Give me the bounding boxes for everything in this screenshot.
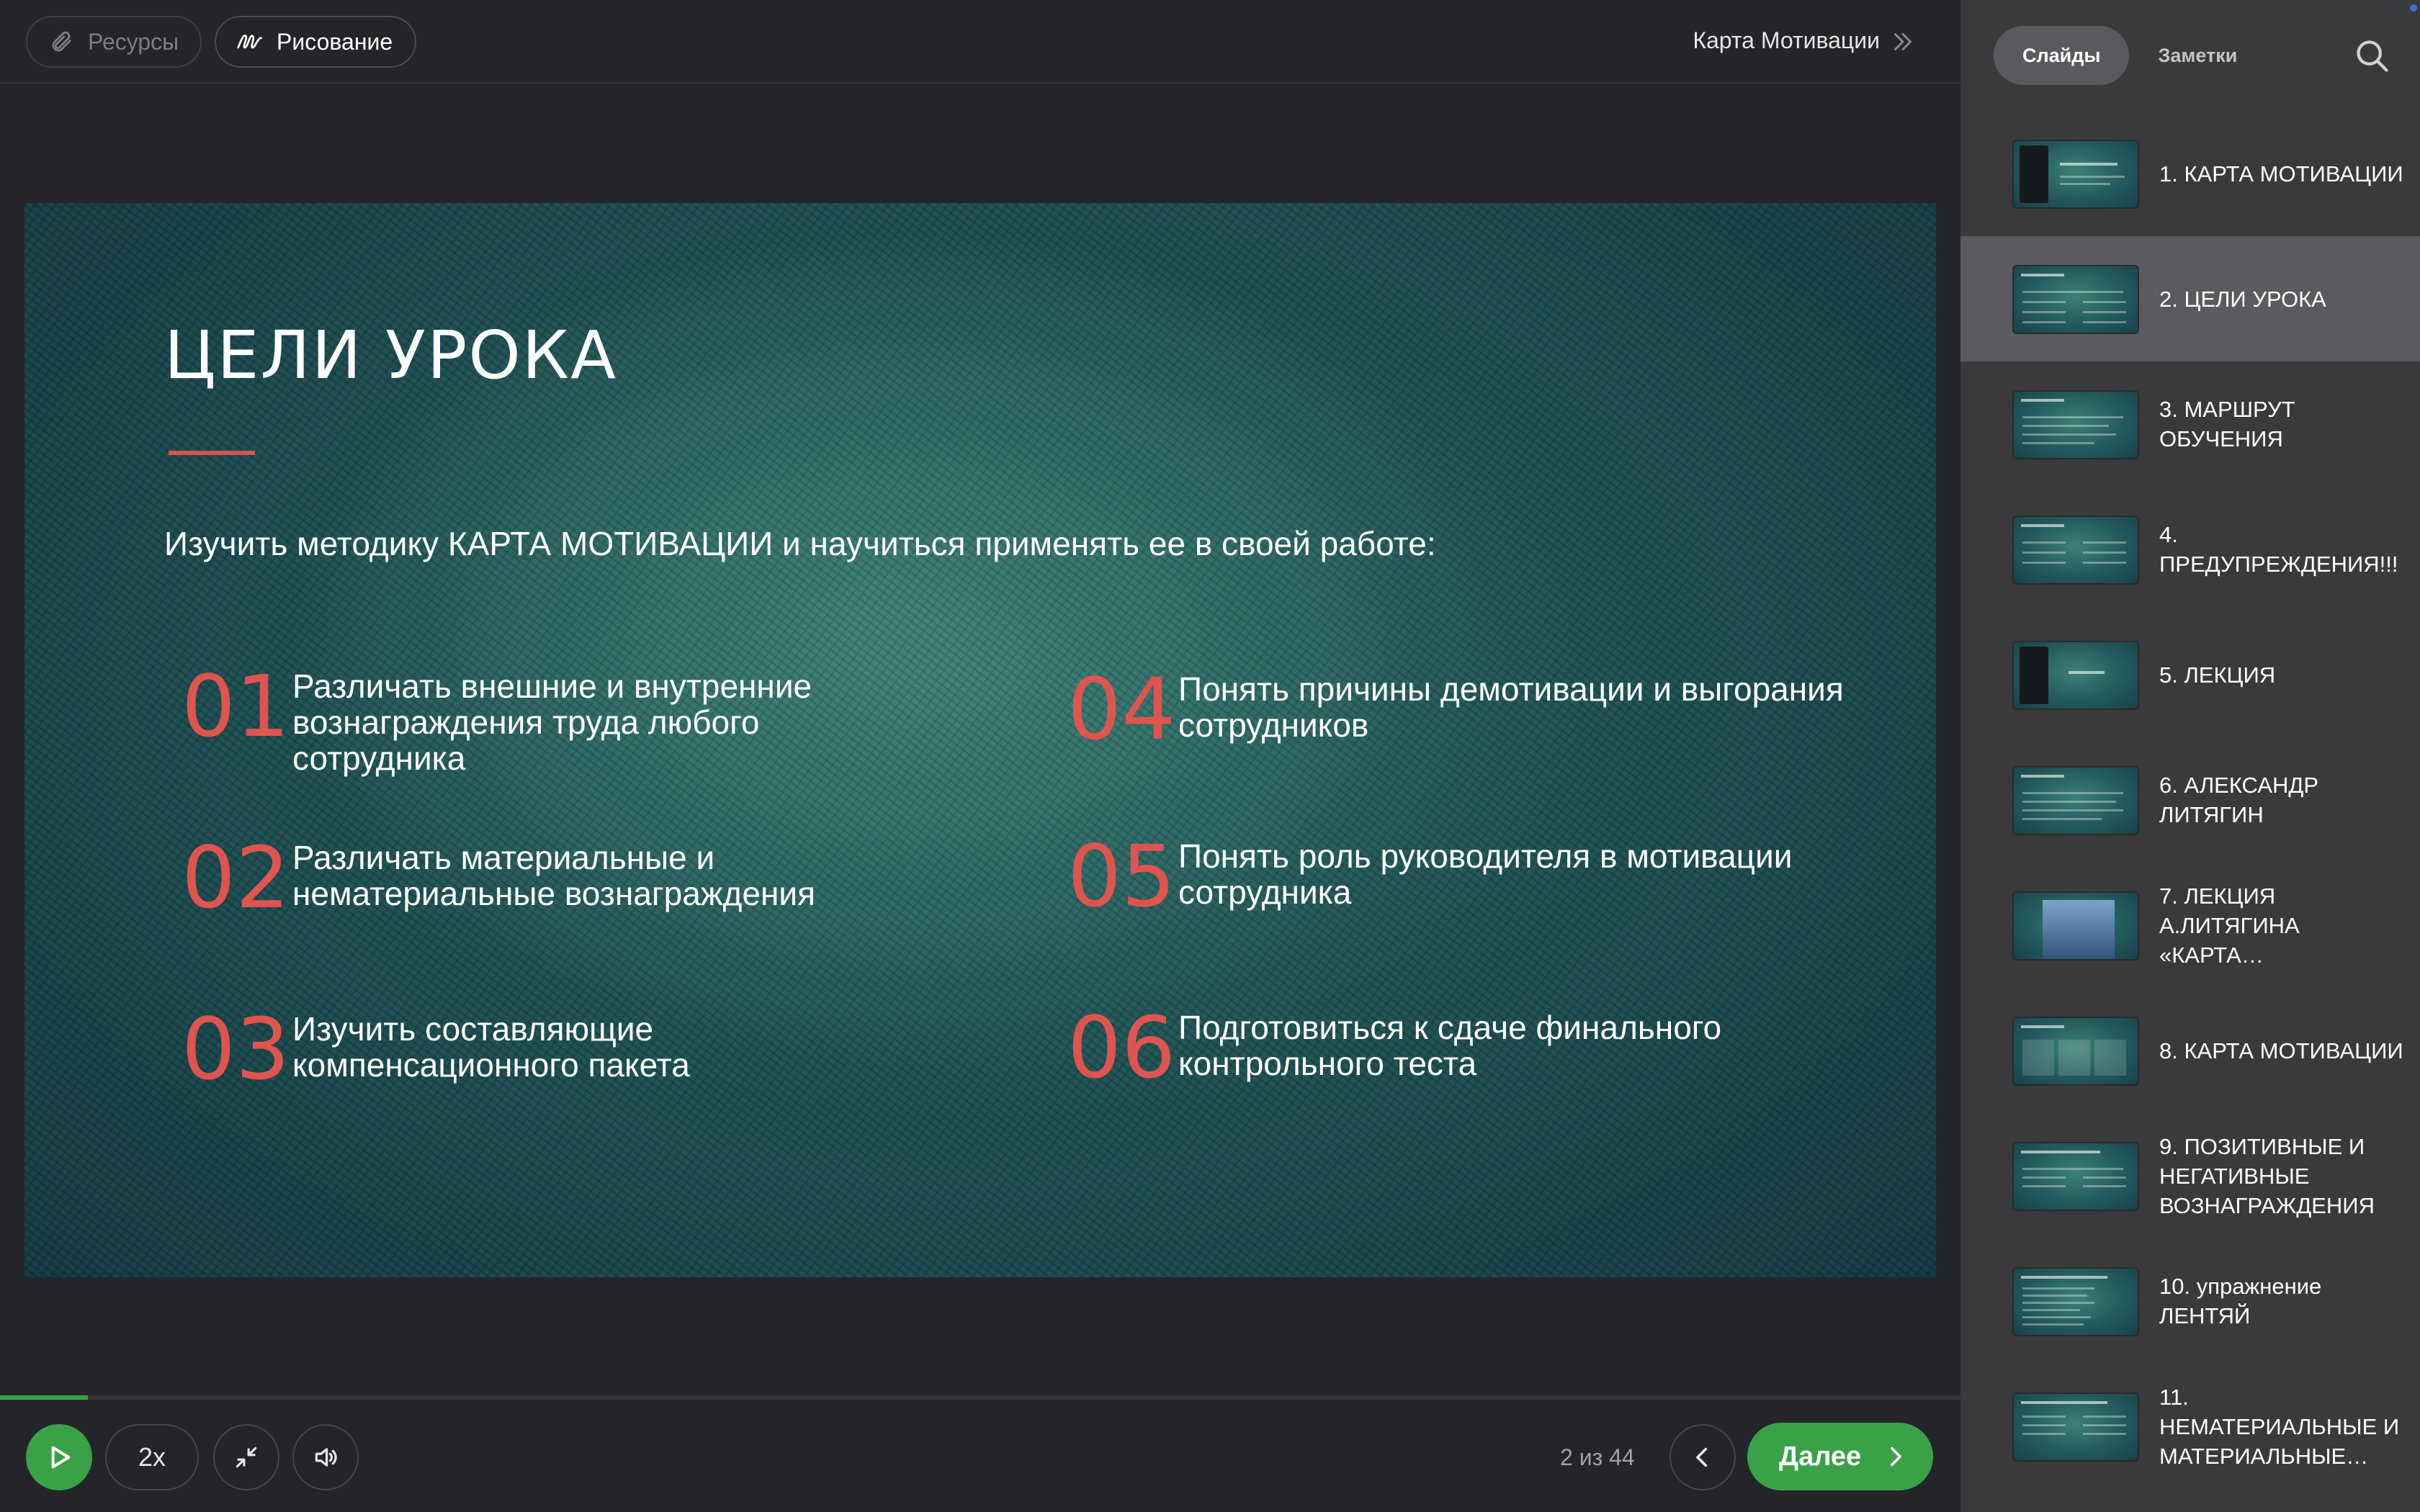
volume-icon (315, 1448, 337, 1467)
slide-list-label: 7. ЛЕКЦИЯ А.ЛИТЯГИНА «КАРТА… (2159, 883, 2300, 968)
slide-thumbnail (2012, 140, 2139, 209)
player-controls: 2x 2 из 44 Далее (0, 1400, 1960, 1512)
goal-number: 06 (1067, 998, 1176, 1097)
slide-list-item[interactable]: 4. ПРЕДУПРЕЖДЕНИЯ!!! (1960, 487, 2420, 612)
slide-list-label: 5. ЛЕКЦИЯ (2159, 662, 2276, 688)
slide-thumbnail (2012, 516, 2139, 585)
slide-thumbnail (2012, 265, 2139, 334)
goal-number: 01 (182, 657, 290, 756)
slide-thumbnail (2012, 1392, 2139, 1462)
slide-list-item-active[interactable]: 2. ЦЕЛИ УРОКА (1960, 236, 2420, 361)
goal-item: 01 Различать внешние и внутренние вознаг… (182, 664, 873, 776)
goal-item: 02 Различать материальные и нематериальн… (182, 835, 873, 920)
drawing-button[interactable]: Рисование (215, 16, 416, 68)
slide-list-label: 6. АЛЕКСАНДР ЛИТЯГИН (2159, 773, 2318, 827)
slide-list-label: 4. ПРЕДУПРЕЖДЕНИЯ!!! (2159, 522, 2398, 577)
slide-list-label: 10. упражнение ЛЕНТЯЙ (2159, 1274, 2322, 1328)
goal-number: 05 (1067, 827, 1176, 926)
search-icon[interactable] (2354, 37, 2391, 75)
slide-thumbnail (2012, 390, 2139, 459)
goal-item: 06 Подготовиться к сдаче финального конт… (1067, 1005, 1860, 1090)
play-button[interactable] (26, 1424, 92, 1490)
slide-list-label: 8. КАРТА МОТИВАЦИИ (2159, 1038, 2403, 1063)
slide-list: 1. КАРТА МОТИВАЦИИ 2. ЦЕЛИ УРОКА 3. МАРШ… (1960, 111, 2420, 1489)
goal-text: Понять роль руководителя в мотивации сот… (1178, 837, 1793, 911)
goal-text: Различать внешние и внутренние вознаграж… (292, 667, 812, 777)
playback-speed-button[interactable]: 2x (105, 1424, 199, 1490)
paperclip-icon (46, 26, 78, 58)
goal-item: 03 Изучить составляющие компенсационного… (182, 1007, 873, 1092)
squiggle-icon (235, 26, 266, 58)
slide-list-label: 2. ЦЕЛИ УРОКА (2159, 286, 2326, 312)
course-title: Карта Мотивации (1693, 27, 1880, 53)
resources-label: Ресурсы (88, 28, 179, 55)
slide-list-label: 1. КАРТА МОТИВАЦИИ (2159, 161, 2403, 186)
exit-fullscreen-button[interactable] (213, 1424, 279, 1490)
volume-button[interactable] (292, 1424, 359, 1490)
slide-list-item[interactable]: 8. КАРТА МОТИВАЦИИ (1960, 988, 2420, 1113)
player-main: Ресурсы Рисование Карта Мотивации ЦЕЛИ У… (0, 0, 1960, 1512)
goal-text: Подготовиться к сдаче финального контрол… (1178, 1009, 1722, 1082)
slide-list-label: 3. МАРШРУТ ОБУЧЕНИЯ (2159, 397, 2295, 451)
goal-number: 04 (1067, 660, 1176, 759)
previous-slide-button[interactable] (1670, 1424, 1736, 1490)
goal-item: 04 Понять причины демотивации и выгорани… (1067, 667, 1860, 752)
slide-thumbnail (2012, 641, 2139, 710)
top-toolbar: Ресурсы Рисование Карта Мотивации (0, 0, 1960, 84)
slide-thumbnail (2012, 1017, 2139, 1086)
slide-thumbnail (2012, 1267, 2139, 1336)
next-button[interactable]: Далее (1747, 1423, 1933, 1490)
chevron-left-icon (1696, 1447, 1708, 1467)
slide-counter: 2 из 44 (1560, 1444, 1635, 1470)
goal-number: 03 (182, 999, 290, 1099)
slide-list-item[interactable]: 11. НЕМАТЕРИАЛЬНЫЕ И МАТЕРИАЛЬНЫЕ… (1960, 1364, 2420, 1489)
slide-list-item[interactable]: 6. АЛЕКСАНДР ЛИТЯГИН (1960, 737, 2420, 863)
slide-list-item[interactable]: 9. ПОЗИТИВНЫЕ И НЕГАТИВНЫЕ ВОЗНАГРАЖДЕНИ… (1960, 1113, 2420, 1238)
play-icon (51, 1446, 71, 1469)
tab-slides[interactable]: Слайды (1994, 26, 2130, 85)
slide-intro: Изучить методику КАРТА МОТИВАЦИИ и научи… (164, 525, 1436, 562)
slide-canvas: ЦЕЛИ УРОКА Изучить методику КАРТА МОТИВА… (24, 203, 1936, 1277)
next-label: Далее (1779, 1441, 1862, 1472)
slide-list-item[interactable]: 7. ЛЕКЦИЯ А.ЛИТЯГИНА «КАРТА… (1960, 863, 2420, 988)
slide-list-item[interactable]: 10. упражнение ЛЕНТЯЙ (1960, 1238, 2420, 1364)
collapse-sidebar-icon[interactable] (1890, 29, 1916, 55)
slide-list-item[interactable]: 5. ЛЕКЦИЯ (1960, 612, 2420, 737)
video-thumbnail (2012, 891, 2139, 960)
chevron-right-icon (1890, 1446, 1901, 1467)
slide-list-item[interactable]: 3. МАРШРУТ ОБУЧЕНИЯ (1960, 361, 2420, 487)
status-dot (2410, 4, 2417, 12)
tab-notes[interactable]: Заметки (2129, 26, 2266, 85)
minimize-icon (236, 1446, 257, 1468)
slide-list-label: 9. ПОЗИТИВНЫЕ И НЕГАТИВНЫЕ ВОЗНАГРАЖДЕНИ… (2159, 1133, 2375, 1218)
drawing-label: Рисование (277, 28, 393, 55)
goal-number: 02 (182, 828, 290, 927)
slide-list-label: 11. НЕМАТЕРИАЛЬНЫЕ И МАТЕРИАЛЬНЫЕ… (2159, 1384, 2400, 1469)
sidebar-tabs: Слайды Заметки (1994, 26, 2266, 85)
title-underline (169, 451, 255, 455)
resources-button[interactable]: Ресурсы (26, 16, 202, 68)
goal-text: Понять причины демотивации и выгорания с… (1178, 670, 1844, 744)
goal-item: 05 Понять роль руководителя в мотивации … (1067, 834, 1860, 919)
slide-thumbnail (2012, 766, 2139, 835)
slide-title: ЦЕЛИ УРОКА (164, 317, 618, 394)
slides-sidebar: Слайды Заметки 1. КАРТА МОТИВАЦИИ 2. ЦЕЛ… (1960, 0, 2420, 1512)
slide-list-item[interactable]: 1. КАРТА МОТИВАЦИИ (1960, 111, 2420, 236)
goal-text: Различать материальные и нематериальные … (292, 839, 816, 912)
slide-thumbnail (2012, 1142, 2139, 1211)
goal-text: Изучить составляющие компенсационного па… (292, 1010, 690, 1084)
